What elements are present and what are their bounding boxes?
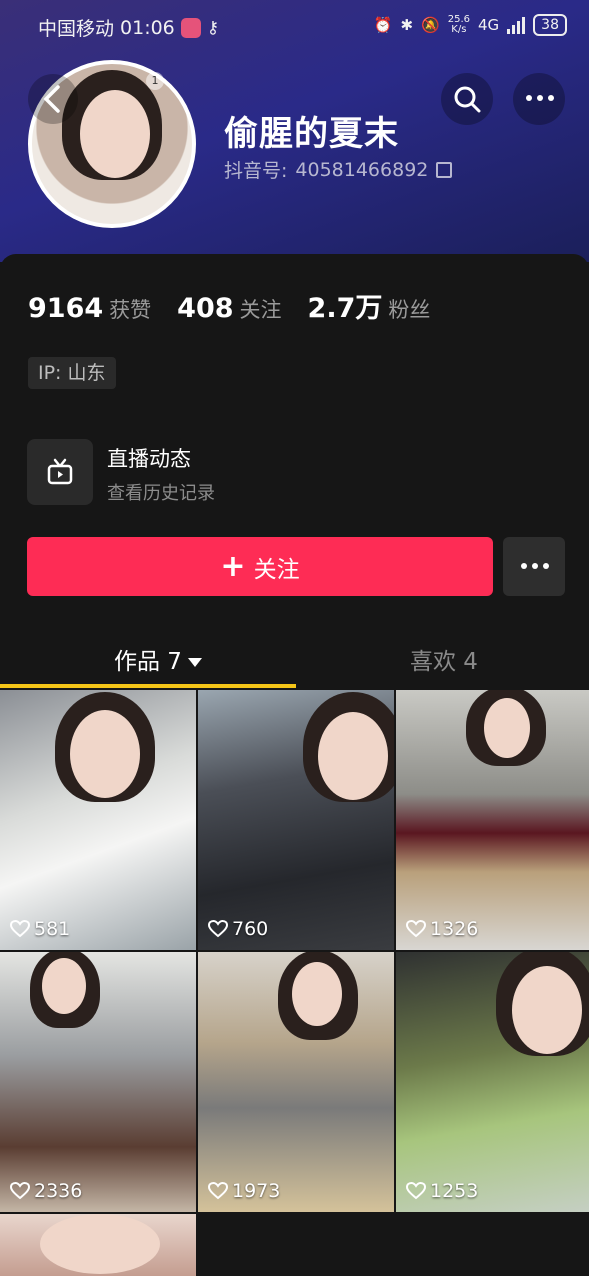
- thumbnail-face-shape: [512, 966, 582, 1054]
- like-count: 1973: [232, 1180, 281, 1202]
- net-speed: 25.6 K/s: [448, 15, 470, 35]
- tab-likes[interactable]: 喜欢 4: [410, 642, 478, 676]
- caret-down-icon: [187, 658, 202, 667]
- douyin-id-value: 40581466892: [295, 158, 429, 181]
- stat-followers[interactable]: 2.7万 粉丝: [308, 286, 431, 325]
- stat-likes[interactable]: 9164 获赞: [28, 293, 151, 324]
- video-like-count: 581: [10, 918, 70, 940]
- stats-row: 9164 获赞 408 关注 2.7万 粉丝: [28, 286, 430, 325]
- copy-icon[interactable]: [436, 161, 453, 178]
- stat-following[interactable]: 408 关注: [177, 293, 281, 324]
- avatar-badge: 1: [146, 72, 164, 90]
- thumbnail-face-shape: [292, 962, 342, 1026]
- stat-label: 获赞: [109, 298, 152, 322]
- video-like-count: 2336: [10, 1180, 82, 1202]
- search-icon: [454, 86, 481, 113]
- thumbnail-face-shape: [40, 1214, 160, 1274]
- vpn-key-icon: ⚷: [206, 17, 220, 38]
- content-tabs: 作品 7 喜欢 4: [0, 630, 589, 688]
- plus-icon: +: [220, 548, 246, 584]
- heart-icon: [208, 920, 228, 938]
- video-tile[interactable]: 1326: [396, 690, 589, 950]
- heart-icon: [208, 1182, 228, 1200]
- heart-icon: [10, 920, 30, 938]
- more-dots-icon: [521, 563, 549, 569]
- video-like-count: 760: [208, 918, 268, 940]
- like-count: 581: [34, 918, 71, 940]
- follow-more-button[interactable]: [503, 537, 565, 596]
- battery-level: 38: [533, 14, 567, 36]
- net-speed-unit: K/s: [451, 24, 467, 35]
- status-left: 中国移动 01:06 ⚷: [38, 14, 219, 41]
- video-tile[interactable]: 760: [198, 690, 394, 950]
- stat-value: 2.7万: [307, 293, 383, 324]
- network-type: 4G: [478, 16, 500, 34]
- carrier-label: 中国移动: [38, 18, 115, 40]
- video-like-count: 1326: [406, 918, 478, 940]
- back-arrow-icon: [43, 85, 60, 113]
- stat-label: 粉丝: [388, 298, 431, 322]
- more-options-button[interactable]: [513, 73, 565, 125]
- video-tile[interactable]: 1253: [396, 952, 589, 1212]
- heart-icon: [10, 1182, 30, 1200]
- stat-label: 关注: [239, 298, 282, 322]
- status-right: ⏰ ✱ 🔕 25.6 K/s 4G 38: [374, 14, 567, 36]
- thumbnail-face-shape: [70, 710, 140, 798]
- heart-icon: [406, 920, 426, 938]
- tab-works[interactable]: 作品 7: [114, 642, 202, 676]
- ip-location-tag: IP: 山东: [28, 357, 116, 389]
- stat-value: 9164: [28, 293, 104, 324]
- profile-nickname: 偷腥的夏末: [224, 114, 399, 154]
- live-history-subtitle[interactable]: 查看历史记录: [107, 479, 215, 505]
- video-like-count: 1973: [208, 1180, 280, 1202]
- video-tile[interactable]: 1973: [198, 952, 394, 1212]
- signal-icon: [507, 16, 526, 34]
- thumbnail-face-shape: [318, 712, 388, 800]
- video-tile[interactable]: 2336: [0, 952, 196, 1212]
- back-button[interactable]: [28, 74, 78, 124]
- mute-icon: 🔕: [421, 16, 440, 34]
- like-count: 760: [232, 918, 269, 940]
- avatar-face-shape: [80, 90, 150, 178]
- status-bar: 中国移动 01:06 ⚷ ⏰ ✱ 🔕 25.6 K/s 4G 38: [0, 0, 589, 56]
- live-tv-icon[interactable]: [27, 439, 93, 505]
- bluetooth-icon: ✱: [400, 16, 414, 34]
- alarm-icon: ⏰: [373, 16, 393, 34]
- follow-button[interactable]: + 关注: [27, 537, 493, 596]
- tv-icon: [47, 458, 73, 485]
- douyin-id-label: 抖音号:: [224, 160, 288, 182]
- more-dots-icon: [526, 95, 554, 101]
- clock: 01:06: [120, 16, 175, 39]
- tab-likes-label: 喜欢 4: [410, 649, 478, 675]
- heart-icon: [406, 1182, 426, 1200]
- active-tab-indicator: [0, 684, 296, 688]
- follow-label: 关注: [253, 556, 300, 583]
- video-like-count: 1253: [406, 1180, 478, 1202]
- stat-value: 408: [177, 293, 234, 324]
- thumbnail-face-shape: [42, 958, 86, 1014]
- tab-works-label: 作品 7: [114, 649, 182, 675]
- like-count: 2336: [34, 1180, 83, 1202]
- live-history-title[interactable]: 直播动态: [107, 443, 191, 473]
- thumbnail-face-shape: [484, 698, 530, 758]
- like-count: 1326: [430, 918, 479, 940]
- douyin-id[interactable]: 抖音号: 40581466892: [224, 156, 453, 183]
- video-tile[interactable]: [0, 1214, 196, 1276]
- search-button[interactable]: [441, 73, 493, 125]
- video-tile[interactable]: 581: [0, 690, 196, 950]
- like-count: 1253: [430, 1180, 479, 1202]
- app-notification-icon: [180, 17, 201, 38]
